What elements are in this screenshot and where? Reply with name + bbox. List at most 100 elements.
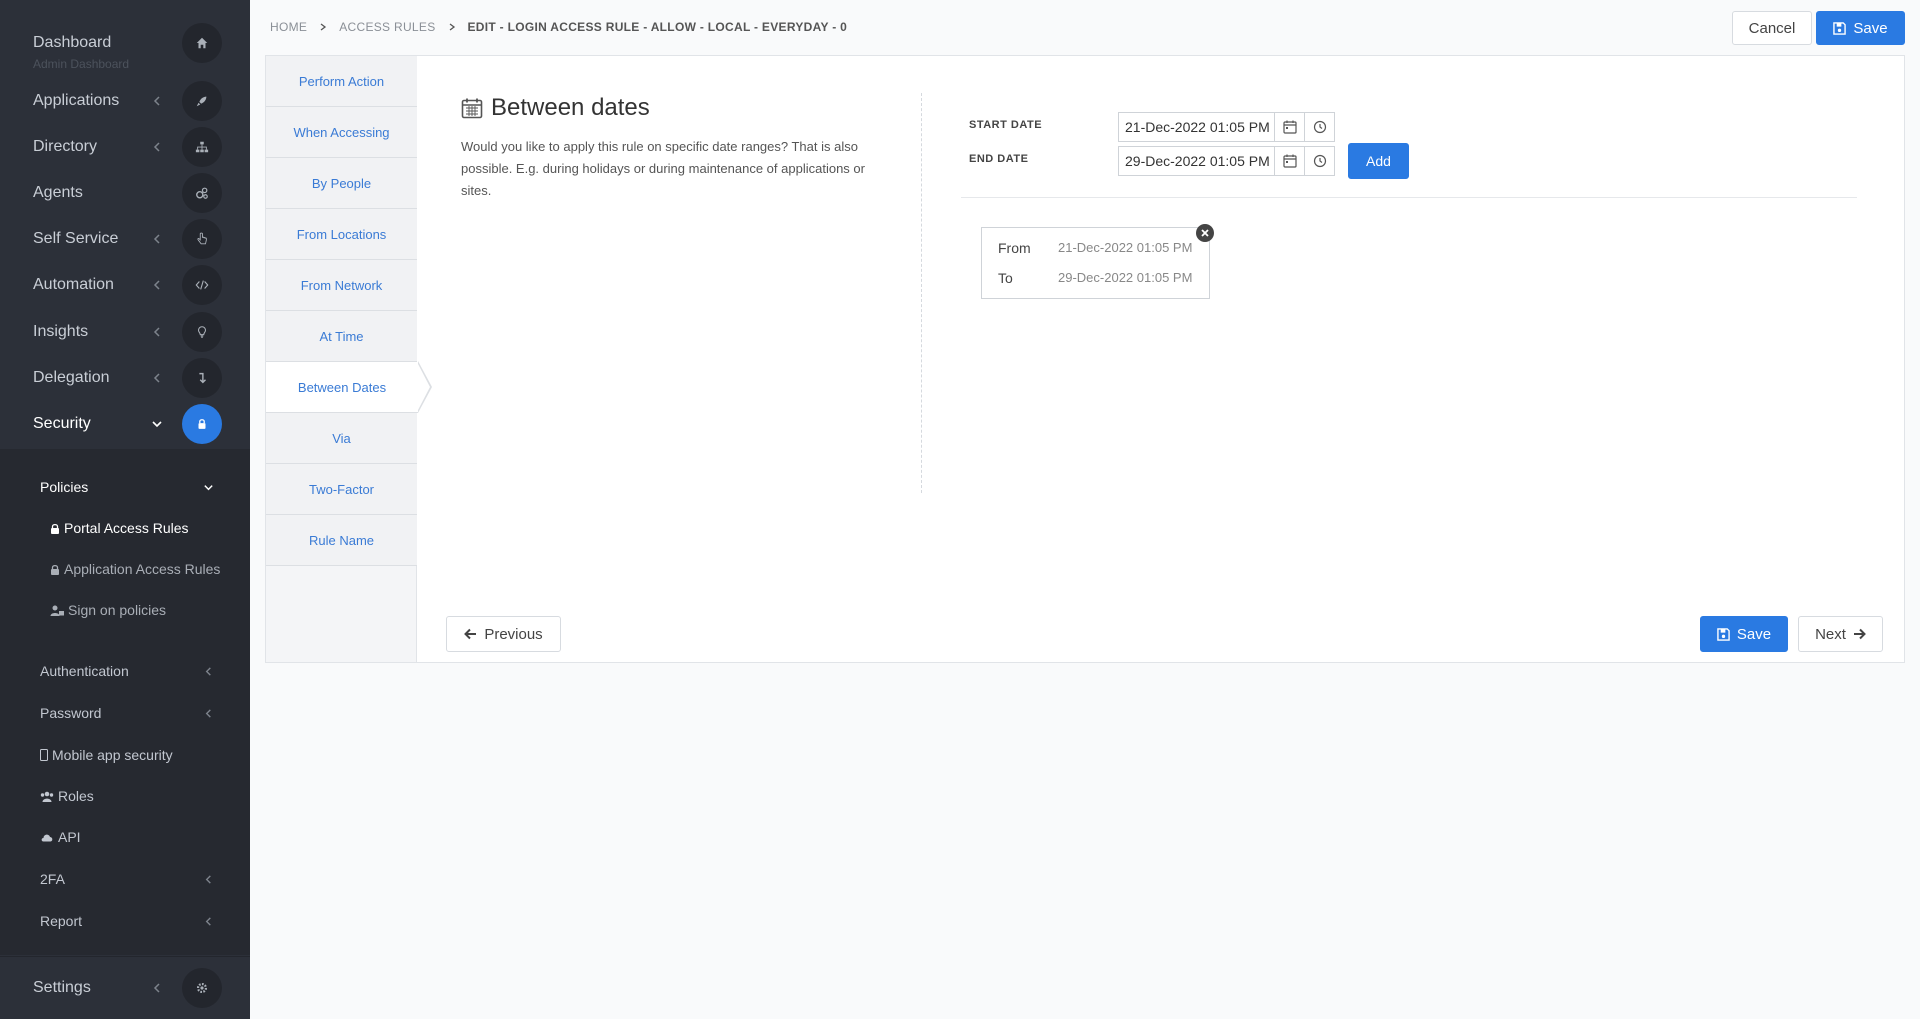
- breadcrumb-home[interactable]: HOME: [270, 20, 307, 34]
- end-date-calendar-button[interactable]: [1274, 147, 1304, 175]
- cloud-icon: [41, 834, 53, 842]
- add-button-label: Add: [1366, 153, 1391, 169]
- dashboard-subtitle: Admin Dashboard: [33, 57, 130, 71]
- save-button[interactable]: Save: [1816, 11, 1905, 45]
- breadcrumb-current: EDIT - LOGIN ACCESS RULE - ALLOW - LOCAL…: [467, 20, 848, 34]
- step-via[interactable]: Via: [266, 413, 417, 464]
- submenu-item-2fa[interactable]: 2FA: [0, 861, 250, 897]
- previous-button-label: Previous: [484, 625, 543, 643]
- step-when-accessing[interactable]: When Accessing: [266, 107, 417, 158]
- section-description: Would you like to apply this rule on spe…: [461, 139, 865, 198]
- chevron-left-icon: [205, 666, 211, 676]
- end-date-label: END DATE: [969, 153, 1029, 165]
- step-label: At Time: [319, 328, 364, 344]
- step-from-network[interactable]: From Network: [266, 260, 417, 311]
- sitemap-icon: [182, 127, 222, 167]
- submenu-link: Roles: [40, 788, 94, 804]
- chevron-left-icon: [153, 280, 160, 290]
- arrow-right-icon: [1853, 628, 1866, 640]
- sidebar-item-security[interactable]: Security: [0, 401, 250, 447]
- footer-save-button-label: Save: [1736, 625, 1772, 643]
- submenu-link: Sign on policies: [50, 602, 166, 618]
- next-button[interactable]: Next: [1798, 616, 1883, 652]
- submenu-item-policies[interactable]: Policies: [0, 469, 250, 505]
- step-label: Between Dates: [297, 379, 387, 395]
- step-label: From Network: [300, 277, 383, 293]
- submenu-link: Mobile app security: [40, 747, 173, 763]
- cancel-button[interactable]: Cancel: [1732, 11, 1812, 45]
- sidebar-item-label: Insights: [33, 323, 89, 340]
- lightbulb-icon: [182, 312, 222, 352]
- submenu-item-label: Policies: [40, 479, 89, 495]
- submenu-item-portal-access-rules[interactable]: Portal Access Rules: [0, 510, 250, 546]
- submenu-item-sign-on-policies[interactable]: Sign on policies: [0, 592, 250, 628]
- form-divider: [961, 197, 1857, 198]
- end-date-field[interactable]: 29-Dec-2022 01:05 PM: [1118, 146, 1335, 176]
- add-date-range-button[interactable]: Add: [1348, 143, 1409, 179]
- submenu-item-password[interactable]: Password: [0, 695, 250, 731]
- submenu-item-mobile-app-security[interactable]: Mobile app security: [0, 737, 250, 773]
- start-date-label: START DATE: [969, 119, 1043, 131]
- section-title: Between dates: [461, 94, 650, 122]
- sidebar-item-label: Settings: [33, 979, 91, 996]
- step-between-dates[interactable]: Between Dates: [266, 361, 432, 413]
- sidebar-item-delegation[interactable]: Delegation: [0, 355, 250, 401]
- chevron-left-icon: [205, 916, 211, 926]
- step-perform-action[interactable]: Perform Action: [266, 56, 417, 107]
- footer-save-button[interactable]: Save: [1700, 616, 1788, 652]
- sidebar-item-insights[interactable]: Insights: [0, 309, 250, 355]
- clock-icon: [1313, 154, 1326, 168]
- sidebar-item-applications[interactable]: Applications: [0, 78, 250, 124]
- step-by-people[interactable]: By People: [266, 158, 417, 209]
- sidebar-item-directory[interactable]: Directory: [0, 124, 250, 170]
- breadcrumb-access-rules[interactable]: ACCESS RULES: [339, 20, 435, 34]
- start-date-calendar-button[interactable]: [1274, 113, 1304, 141]
- chevron-left-icon: [153, 327, 160, 337]
- rocket-icon: [182, 81, 222, 121]
- sidebar-item-label: Applications: [33, 92, 120, 109]
- sidebar-item-agents[interactable]: Agents: [0, 170, 250, 216]
- start-date-time-button[interactable]: [1304, 113, 1334, 141]
- submenu-item-authentication[interactable]: Authentication: [0, 653, 250, 689]
- chevron-left-icon: [153, 234, 160, 244]
- breadcrumb: HOME ACCESS RULES EDIT - LOGIN ACCESS RU…: [270, 20, 847, 34]
- user-lock-icon: [50, 605, 64, 616]
- submenu-item-application-access-rules[interactable]: Application Access Rules: [0, 551, 250, 587]
- cogs-icon: [182, 173, 222, 213]
- start-date-value[interactable]: 21-Dec-2022 01:05 PM: [1119, 119, 1274, 135]
- sidebar: Dashboard Admin Dashboard Applications D…: [0, 0, 250, 1019]
- calendar-icon: [461, 98, 483, 119]
- submenu-item-label: Roles: [58, 788, 94, 804]
- sidebar-item-self-service[interactable]: Self Service: [0, 216, 250, 262]
- step-two-factor[interactable]: Two-Factor: [266, 464, 417, 515]
- sidebar-item-automation[interactable]: Automation: [0, 262, 250, 308]
- start-date-field[interactable]: 21-Dec-2022 01:05 PM: [1118, 112, 1335, 142]
- step-label: When Accessing: [293, 124, 390, 140]
- chevron-down-icon: [204, 484, 213, 490]
- step-at-time[interactable]: At Time: [266, 311, 417, 362]
- wizard-card: Perform Action When Accessing By People …: [265, 55, 1905, 663]
- range-from-value: 21-Dec-2022 01:05 PM: [1058, 240, 1193, 255]
- submenu-item-api[interactable]: API: [0, 819, 250, 855]
- step-from-locations[interactable]: From Locations: [266, 209, 417, 260]
- step-label: Via: [332, 430, 351, 446]
- calendar-icon: [1282, 120, 1297, 134]
- chevron-right-icon: [320, 23, 327, 31]
- remove-range-button[interactable]: [1196, 224, 1214, 242]
- submenu-link: Portal Access Rules: [50, 520, 189, 536]
- save-button-label: Save: [1853, 19, 1888, 37]
- step-rule-name[interactable]: Rule Name: [266, 515, 417, 566]
- hand-pointer-icon: [182, 219, 222, 259]
- step-label: From Locations: [296, 226, 387, 242]
- step-label: Two-Factor: [308, 481, 374, 497]
- lock-icon: [182, 404, 222, 444]
- end-date-value[interactable]: 29-Dec-2022 01:05 PM: [1119, 153, 1274, 169]
- end-date-time-button[interactable]: [1304, 147, 1334, 175]
- range-to-row: To 29-Dec-2022 01:05 PM: [998, 270, 1192, 286]
- wizard-steps: Perform Action When Accessing By People …: [266, 56, 432, 662]
- previous-button[interactable]: Previous: [446, 616, 561, 652]
- submenu-item-roles[interactable]: Roles: [0, 778, 250, 814]
- submenu-item-report[interactable]: Report: [0, 903, 250, 939]
- users-icon: [40, 791, 54, 802]
- sidebar-item-settings[interactable]: Settings: [0, 965, 250, 1011]
